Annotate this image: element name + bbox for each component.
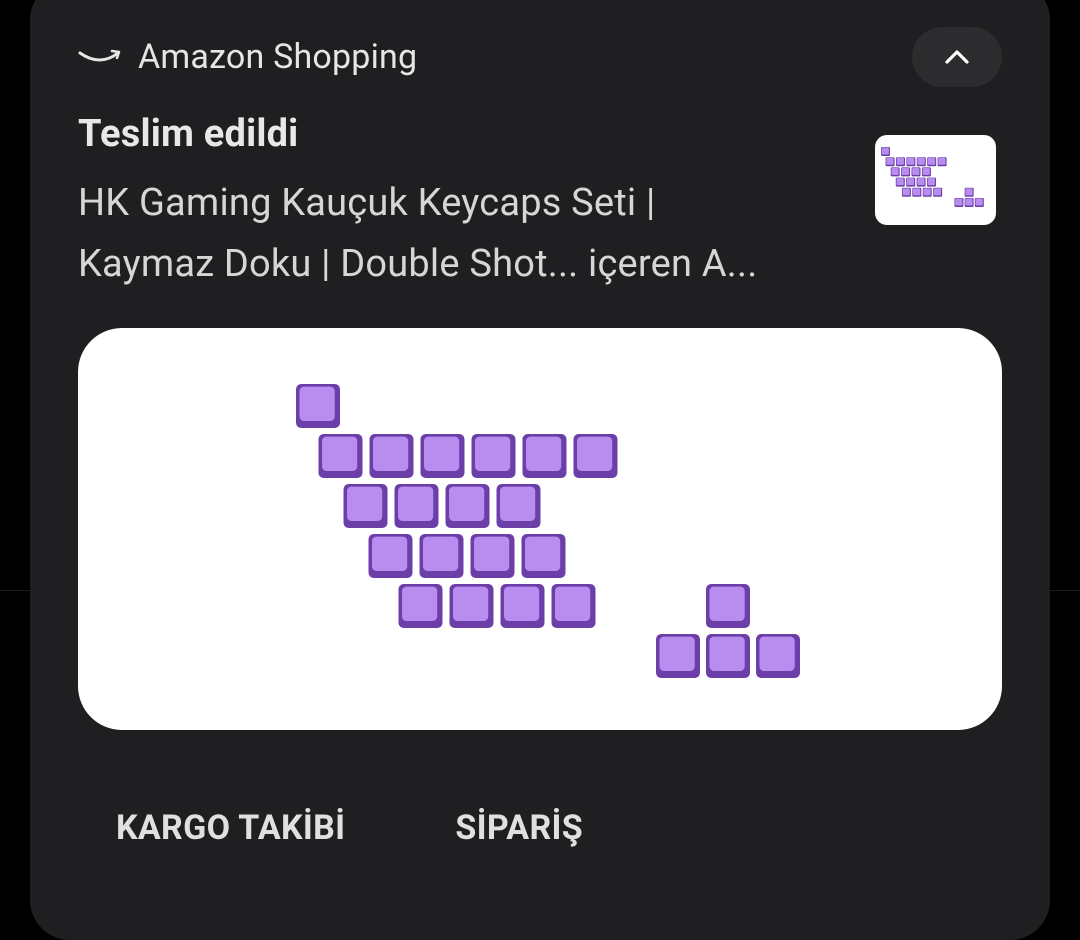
keycap xyxy=(470,534,515,578)
order-button[interactable]: SİPARİŞ xyxy=(455,808,583,848)
keycap xyxy=(369,434,414,478)
product-thumbnail xyxy=(875,135,996,225)
keycap xyxy=(927,157,937,167)
keycap xyxy=(496,484,541,528)
keycap xyxy=(911,167,921,177)
keycap xyxy=(885,157,895,167)
notification-body: HK Gaming Kauçuk Keycaps Seti | Kaymaz D… xyxy=(78,173,838,295)
keycap xyxy=(881,147,890,156)
keycap xyxy=(922,187,932,197)
keycap xyxy=(954,198,964,207)
keycap xyxy=(500,584,545,628)
keycap xyxy=(296,384,340,428)
action-bar: KARGO TAKİBİ SİPARİŞ xyxy=(116,808,693,848)
keycap xyxy=(756,634,800,678)
keycap xyxy=(394,484,439,528)
keycap xyxy=(318,434,363,478)
keycaps-thumbnail-image xyxy=(881,147,984,207)
app-name: Amazon Shopping xyxy=(138,37,418,77)
collapse-button[interactable] xyxy=(912,27,1002,87)
keycaps-product-image xyxy=(296,384,800,678)
keycap xyxy=(706,584,750,628)
keycap xyxy=(419,534,464,578)
keycap xyxy=(449,584,494,628)
product-image[interactable] xyxy=(78,328,1002,730)
amazon-smile-icon xyxy=(78,49,121,62)
keycap xyxy=(656,634,700,678)
keycap xyxy=(706,634,750,678)
keycap xyxy=(927,177,937,187)
keycap xyxy=(343,484,388,528)
keycap xyxy=(522,434,567,478)
keycap xyxy=(974,198,984,207)
keycap xyxy=(964,187,974,197)
keycap xyxy=(551,584,596,628)
keycap xyxy=(398,584,443,628)
keycap xyxy=(964,198,974,207)
keycap xyxy=(420,434,465,478)
track-package-button[interactable]: KARGO TAKİBİ xyxy=(116,808,345,848)
chevron-up-icon xyxy=(945,50,969,64)
keycap xyxy=(895,177,905,187)
keycap xyxy=(901,187,911,197)
keycap xyxy=(445,484,490,528)
keycap xyxy=(906,177,916,187)
keycap xyxy=(890,167,900,177)
app-header: Amazon Shopping xyxy=(78,36,417,78)
keycap xyxy=(937,157,947,167)
keycap xyxy=(895,157,905,167)
keycap xyxy=(471,434,516,478)
keycap xyxy=(901,167,911,177)
keycap xyxy=(916,157,926,167)
keycap xyxy=(921,167,931,177)
body-line-1: HK Gaming Kauçuk Keycaps Seti | xyxy=(78,181,656,225)
keycap xyxy=(573,434,618,478)
body-line-2: Kaymaz Doku | Double Shot... içeren A... xyxy=(78,242,758,286)
keycap xyxy=(368,534,413,578)
keycap xyxy=(916,177,926,187)
keycap xyxy=(521,534,566,578)
notification-card[interactable]: Amazon Shopping Teslim edildi HK Gaming … xyxy=(30,0,1050,940)
keycap xyxy=(906,157,916,167)
keycap xyxy=(933,187,943,197)
keycap xyxy=(912,187,922,197)
notification-title: Teslim edildi xyxy=(78,112,299,156)
